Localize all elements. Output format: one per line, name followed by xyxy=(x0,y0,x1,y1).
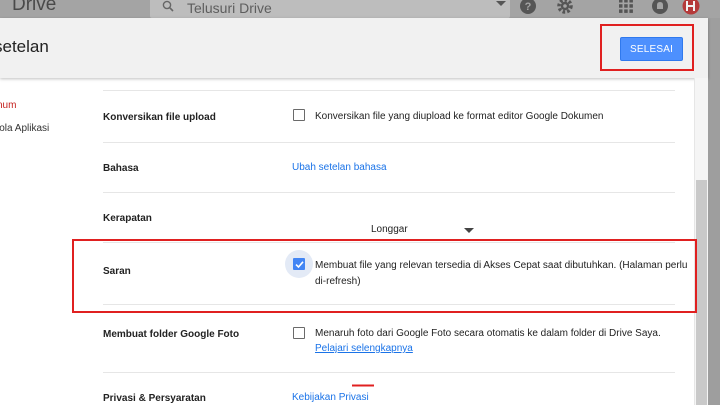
privacy-policy-link[interactable]: Kebijakan Privasi xyxy=(292,392,369,403)
change-language-link[interactable]: Ubah setelan bahasa xyxy=(292,162,387,173)
account-avatar-icon[interactable] xyxy=(682,0,700,15)
dropdown-arrow-icon xyxy=(464,228,474,233)
done-button[interactable]: SELESAI xyxy=(620,37,683,61)
google-photos-checkbox[interactable] xyxy=(293,327,305,339)
search-icon xyxy=(162,0,174,12)
density-label: Kerapatan xyxy=(103,213,152,224)
dialog-header: setelan SELESAI xyxy=(0,18,708,78)
scrollbar-thumb[interactable] xyxy=(696,180,707,405)
search-box[interactable]: Telusuri Drive xyxy=(150,0,510,18)
search-input[interactable]: Telusuri Drive xyxy=(187,0,272,16)
row-divider xyxy=(103,372,675,373)
top-app-bar: Drive Telusuri Drive ? xyxy=(0,0,720,18)
red-annotation-mark xyxy=(352,384,374,387)
gear-icon[interactable] xyxy=(556,0,574,15)
settings-dialog: setelan SELESAI num lola Aplikasi Konver… xyxy=(0,18,708,405)
suggestions-text-line1: Membuat file yang relevan tersedia di Ak… xyxy=(315,260,688,271)
row-divider xyxy=(103,142,675,143)
privacy-terms-label: Privasi & Persyaratan xyxy=(103,393,206,404)
help-icon[interactable]: ? xyxy=(519,0,537,15)
nav-item-general[interactable]: num xyxy=(0,100,16,111)
suggestions-label: Saran xyxy=(103,266,131,277)
convert-uploads-label: Konversikan file upload xyxy=(103,112,216,123)
svg-text:?: ? xyxy=(525,1,532,13)
dialog-title: setelan xyxy=(0,37,49,56)
convert-uploads-checkbox[interactable] xyxy=(293,109,305,121)
dialog-scrollbar[interactable] xyxy=(694,78,708,405)
google-photos-label: Membuat folder Google Foto xyxy=(103,329,240,340)
row-divider xyxy=(103,304,675,305)
row-divider xyxy=(103,192,675,193)
suggestions-checkbox[interactable] xyxy=(293,258,305,270)
density-value: Longgar xyxy=(371,224,408,235)
notifications-icon[interactable] xyxy=(651,0,669,15)
density-select[interactable]: Longgar xyxy=(292,220,484,243)
suggestions-text-line2: di-refresh) xyxy=(315,276,361,287)
apps-grid-icon[interactable] xyxy=(617,0,635,15)
row-divider xyxy=(103,242,675,243)
convert-uploads-text: Konversikan file yang diupload ke format… xyxy=(315,111,604,122)
learn-more-link[interactable]: Pelajari selengkapnya xyxy=(315,343,413,354)
nav-item-manage-apps[interactable]: lola Aplikasi xyxy=(0,123,49,134)
search-options-icon[interactable] xyxy=(496,1,506,6)
row-divider xyxy=(103,90,675,91)
check-icon xyxy=(294,260,304,268)
language-label: Bahasa xyxy=(103,163,139,174)
google-photos-text: Menaruh foto dari Google Foto secara oto… xyxy=(315,328,661,339)
app-title: Drive xyxy=(12,0,57,15)
